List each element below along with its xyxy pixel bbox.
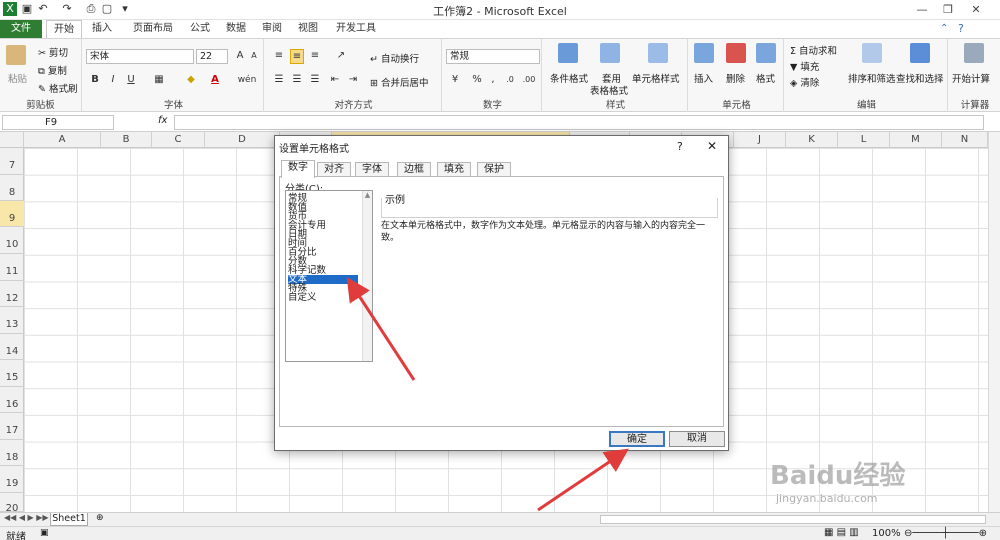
watermark: Baidu经验 <box>770 461 906 491</box>
arrow-to-ok-button <box>537 448 629 512</box>
arrow-to-text-category <box>346 276 416 381</box>
watermark-url: jingyan.baidu.com <box>776 492 878 505</box>
dialog-tab-number[interactable]: 数字 <box>281 160 315 178</box>
